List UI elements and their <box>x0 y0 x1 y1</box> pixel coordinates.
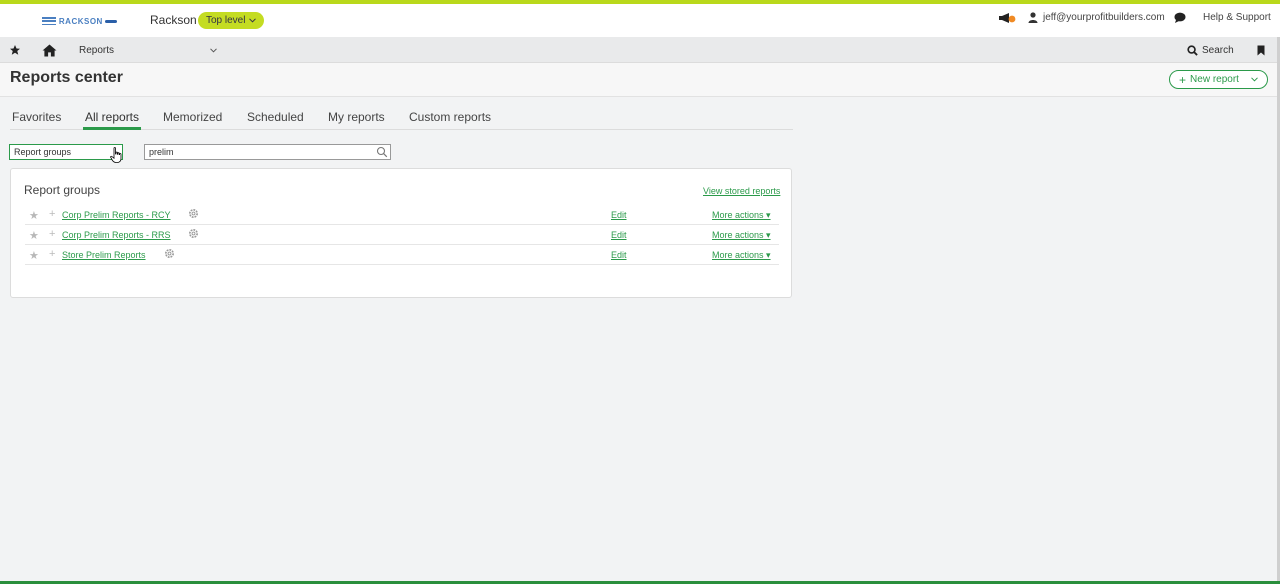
list-item: ★ + Corp Prelim Reports - RRS Edit More … <box>25 225 779 245</box>
more-actions-dropdown[interactable]: More actions ▾ <box>712 250 771 261</box>
hand-cursor-icon <box>110 147 122 163</box>
list-item: ★ + Corp Prelim Reports - RCY Edit More … <box>25 205 779 225</box>
bookmark-button[interactable] <box>1257 37 1265 63</box>
page-header: Reports center + New report <box>0 63 1280 97</box>
new-report-label: New report <box>1190 74 1239 85</box>
expand-plus-icon[interactable]: + <box>49 248 55 260</box>
edit-link[interactable]: Edit <box>611 230 627 240</box>
search-nav-label: Search <box>1202 44 1234 56</box>
company-name: Rackson <box>150 13 197 27</box>
reports-nav-label[interactable]: Reports <box>79 37 114 63</box>
page-title: Reports center <box>10 69 123 86</box>
report-group-select[interactable]: Report groups <box>9 144 123 160</box>
report-group-link[interactable]: Store Prelim Reports <box>62 250 146 260</box>
report-group-link[interactable]: Corp Prelim Reports - RCY <box>62 210 171 220</box>
more-actions-label: More actions <box>712 230 764 240</box>
report-search-input[interactable] <box>144 144 391 160</box>
bookmark-icon <box>1257 45 1265 55</box>
top-bar: RACKSON Rackson Top level jeff@yourprofi… <box>0 4 1280 37</box>
list-item: ★ + Store Prelim Reports Edit More actio… <box>25 245 779 265</box>
chat-button[interactable] <box>1174 12 1186 23</box>
edit-link[interactable]: Edit <box>611 250 627 260</box>
gear-icon[interactable] <box>188 208 199 219</box>
report-group-select-value: Report groups <box>14 147 72 157</box>
view-stored-reports-link[interactable]: View stored reports <box>703 186 780 196</box>
chat-icon <box>1174 12 1186 23</box>
more-actions-dropdown[interactable]: More actions ▾ <box>712 230 771 241</box>
search-icon <box>1187 44 1198 56</box>
home-icon <box>42 43 57 57</box>
favorite-star-icon[interactable]: ★ <box>29 249 39 262</box>
tab-custom-reports[interactable]: Custom reports <box>409 110 491 130</box>
edit-link[interactable]: Edit <box>611 210 627 220</box>
brand-logo[interactable]: RACKSON <box>42 15 117 27</box>
announcements-button[interactable] <box>998 12 1016 24</box>
tab-scheduled[interactable]: Scheduled <box>247 110 304 130</box>
search-nav-button[interactable]: Search <box>1187 37 1234 63</box>
tab-my-reports[interactable]: My reports <box>328 110 385 130</box>
new-report-button[interactable]: + New report <box>1169 70 1268 89</box>
user-menu[interactable]: jeff@yourprofitbuilders.com <box>1028 12 1165 23</box>
navigation-bar: Reports Search <box>0 37 1280 63</box>
tab-memorized[interactable]: Memorized <box>163 110 222 130</box>
logo-swoosh-icon <box>104 19 117 23</box>
user-icon <box>1028 12 1038 23</box>
more-actions-label: More actions <box>712 250 764 260</box>
gear-icon[interactable] <box>188 228 199 239</box>
expand-plus-icon[interactable]: + <box>49 228 55 240</box>
level-label: Top level <box>206 15 246 26</box>
report-tabs: Favorites All reports Memorized Schedule… <box>10 110 793 130</box>
help-label: Help & Support <box>1203 12 1271 23</box>
logo-bars-icon <box>42 17 56 25</box>
report-groups-panel: Report groups View stored reports ★ + Co… <box>10 168 792 298</box>
more-actions-dropdown[interactable]: More actions ▾ <box>712 210 771 221</box>
reports-nav-dropdown[interactable] <box>210 37 217 63</box>
favorite-star-icon[interactable]: ★ <box>29 209 39 222</box>
chevron-down-icon <box>249 18 257 23</box>
user-email: jeff@yourprofitbuilders.com <box>1043 12 1165 23</box>
search-icon[interactable] <box>376 146 388 158</box>
logo-text: RACKSON <box>58 16 103 26</box>
tab-all-reports[interactable]: All reports <box>82 110 142 130</box>
level-selector[interactable]: Top level <box>198 12 265 29</box>
tab-favorites[interactable]: Favorites <box>12 110 61 130</box>
home-button[interactable] <box>42 37 57 63</box>
favorites-star-button[interactable] <box>9 37 21 63</box>
chevron-down-icon <box>210 47 217 53</box>
favorite-star-icon[interactable]: ★ <box>29 229 39 242</box>
help-support-link[interactable]: Help & Support <box>1203 12 1271 23</box>
panel-title: Report groups <box>24 183 101 197</box>
chevron-down-icon <box>1251 77 1258 82</box>
plus-icon: + <box>1179 72 1187 87</box>
report-group-link[interactable]: Corp Prelim Reports - RRS <box>62 230 171 240</box>
megaphone-icon <box>999 13 1016 23</box>
more-actions-label: More actions <box>712 210 764 220</box>
expand-plus-icon[interactable]: + <box>49 208 55 220</box>
star-icon <box>10 45 20 55</box>
gear-icon[interactable] <box>164 248 175 259</box>
